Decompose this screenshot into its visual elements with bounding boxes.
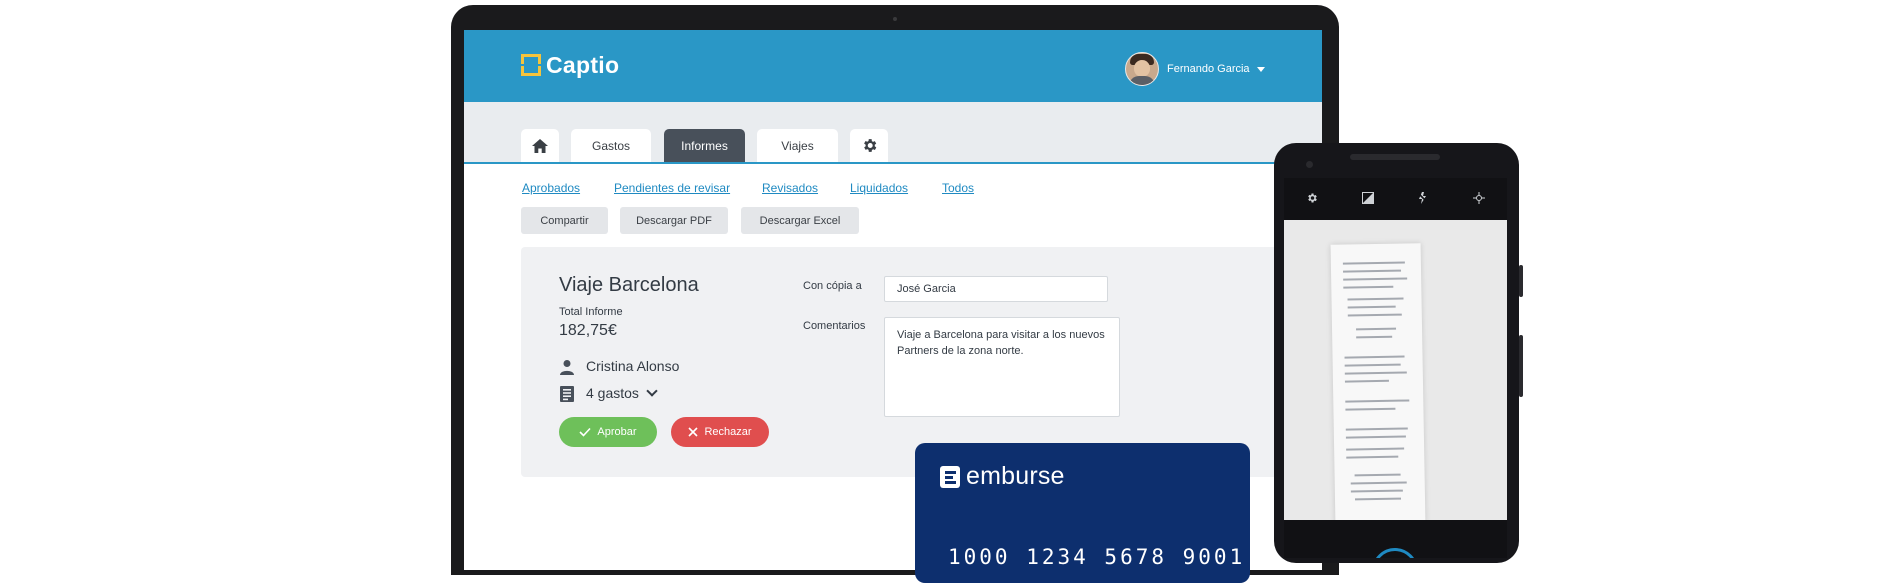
- comments-label: Comentarios: [803, 320, 866, 332]
- phone-speaker: [1350, 154, 1440, 160]
- total-value: 182,75€: [559, 322, 617, 339]
- tabs-divider: [464, 162, 1322, 164]
- caret-down-icon: [1256, 66, 1265, 72]
- camera-toolbar: [1284, 178, 1507, 218]
- reject-label: Rechazar: [704, 426, 752, 438]
- receipt-icon: [560, 386, 574, 402]
- filter-liquidados[interactable]: Liquidados: [850, 181, 908, 195]
- user-menu[interactable]: Fernando Garcia: [1125, 52, 1265, 86]
- avatar: [1125, 52, 1159, 86]
- exposure-icon[interactable]: [1358, 188, 1378, 208]
- app-header: Captio Fernando Garcia: [464, 30, 1322, 102]
- tab-home[interactable]: [521, 129, 559, 162]
- phone-side-button: [1519, 265, 1523, 297]
- report-owner: Cristina Alonso: [586, 358, 680, 374]
- report-title: Viaje Barcelona: [559, 274, 699, 296]
- user-name: Fernando Garcia: [1167, 63, 1250, 75]
- card-brand: emburse: [966, 462, 1065, 490]
- chevron-down-icon: [646, 385, 658, 397]
- emburse-logo: emburse: [940, 462, 1065, 491]
- card-number: 1000 1234 5678 9001: [948, 545, 1246, 569]
- focus-icon[interactable]: [1469, 188, 1489, 208]
- logo-text: Captio: [546, 51, 620, 78]
- phone-volume-button: [1519, 335, 1523, 397]
- flash-off-icon[interactable]: [1413, 188, 1433, 208]
- approve-button[interactable]: Aprobar: [559, 417, 657, 447]
- total-label: Total Informe: [559, 306, 623, 318]
- laptop-camera: [893, 17, 897, 21]
- reject-button[interactable]: Rechazar: [671, 417, 769, 447]
- share-button[interactable]: Compartir: [521, 207, 608, 234]
- filter-aprobados[interactable]: Aprobados: [522, 181, 580, 195]
- approve-label: Aprobar: [597, 426, 637, 438]
- home-icon: [532, 138, 548, 153]
- cc-input[interactable]: José Garcia: [884, 276, 1108, 302]
- expenses-dropdown[interactable]: 4 gastos: [586, 385, 658, 401]
- comments-textarea[interactable]: Viaje a Barcelona para visitar a los nue…: [884, 317, 1120, 417]
- download-excel-button[interactable]: Descargar Excel: [741, 207, 859, 234]
- gear-icon: [863, 139, 876, 152]
- check-icon: [579, 427, 592, 437]
- tab-informes[interactable]: Informes: [664, 129, 745, 162]
- person-icon: [560, 360, 574, 375]
- emburse-card: emburse 1000 1234 5678 9001: [915, 443, 1250, 583]
- phone-screen: [1284, 178, 1507, 558]
- settings-icon[interactable]: [1302, 188, 1322, 208]
- phone-front-camera: [1306, 161, 1313, 168]
- tab-settings[interactable]: [850, 129, 888, 162]
- filter-pendientes[interactable]: Pendientes de revisar: [614, 181, 730, 195]
- logo-mark-icon: [521, 54, 541, 76]
- emburse-mark-icon: [940, 465, 960, 488]
- close-icon: [688, 427, 699, 437]
- receipt-image: [1330, 243, 1426, 520]
- tab-gastos[interactable]: Gastos: [571, 129, 651, 162]
- filter-todos[interactable]: Todos: [942, 181, 974, 195]
- download-pdf-button[interactable]: Descargar PDF: [620, 207, 728, 234]
- expenses-count: 4 gastos: [586, 385, 639, 401]
- camera-viewfinder[interactable]: [1284, 220, 1507, 520]
- tab-viajes[interactable]: Viajes: [757, 129, 838, 162]
- cc-label: Con cópia a: [803, 280, 862, 292]
- captio-logo[interactable]: Captio: [521, 50, 619, 80]
- filter-revisados[interactable]: Revisados: [762, 181, 818, 195]
